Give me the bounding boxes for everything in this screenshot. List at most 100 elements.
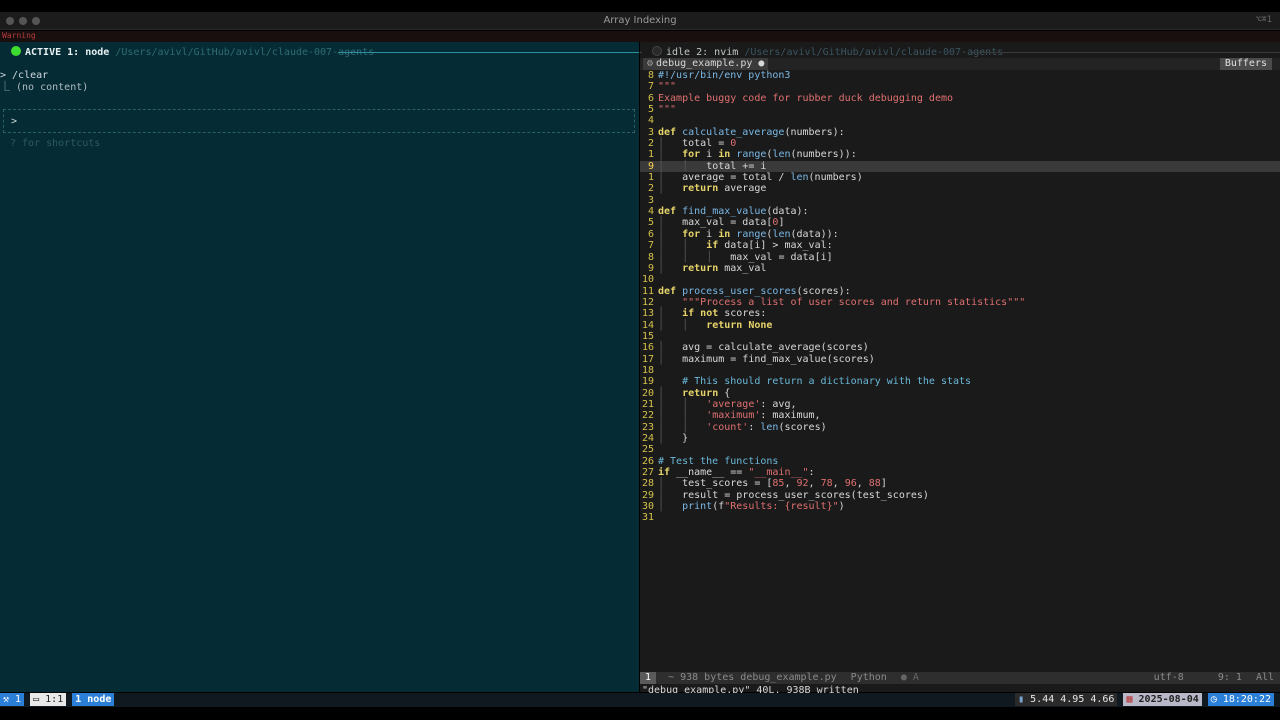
window-titlebar: Array Indexing ⌥⌘1 xyxy=(0,12,1280,30)
code-line[interactable]: 27 if __name__ == "__main__": xyxy=(640,467,1280,478)
code-line[interactable]: 3 def calculate_average(numbers): xyxy=(640,127,1280,138)
code-line[interactable]: 12 """Process a list of user scores and … xyxy=(640,297,1280,308)
code-line[interactable]: 5 │ max_val = data[0] xyxy=(640,217,1280,228)
line-number: 4 xyxy=(647,115,654,127)
line-number: 20 xyxy=(641,387,654,399)
code-text: │ │ total += i xyxy=(658,160,767,172)
line-number: 2 xyxy=(647,183,654,195)
cpu-icon: ▮ xyxy=(1018,694,1031,705)
code-line[interactable]: 4 xyxy=(640,115,1280,126)
tmux-session[interactable]: ⚒ 1 xyxy=(0,693,25,706)
code-line[interactable]: 7 │ │ if data[i] > max_val: xyxy=(640,240,1280,251)
code-line[interactable]: 9 │ return max_val xyxy=(640,263,1280,274)
active-status-dot-icon xyxy=(11,46,21,56)
terminal-output: > /clear ⎿ (no content) xyxy=(0,70,88,94)
code-text: │ for i in range(len(data)): xyxy=(658,228,839,240)
line-number: 26 xyxy=(641,455,654,467)
code-line[interactable]: 3 xyxy=(640,195,1280,206)
tmux-time: ◷ 18:20:22 xyxy=(1207,693,1274,706)
left-pane[interactable]: ACTIVE 1: node /Users/avivl/GitHub/avivl… xyxy=(0,42,639,692)
code-text: │ │ 'average': avg, xyxy=(658,398,797,410)
code-line[interactable]: 14 │ │ return None xyxy=(640,320,1280,331)
line-number: 25 xyxy=(641,444,654,456)
code-line[interactable]: 13 │ if not scores: xyxy=(640,308,1280,319)
code-line[interactable]: 24 │ } xyxy=(640,433,1280,444)
line-number: 9 xyxy=(647,262,654,274)
tmux-date: ▦ 2025-08-04 xyxy=(1123,693,1202,706)
output-line-clear: > /clear xyxy=(0,70,49,81)
code-line[interactable]: 25 xyxy=(640,444,1280,455)
tmux-active-window[interactable]: 1 node xyxy=(72,693,115,706)
tmux-session-label: 1 xyxy=(15,694,22,705)
right-pane[interactable]: idle 2: nvim /Users/avivl/GitHub/avivl/c… xyxy=(640,42,1280,696)
code-text: Example buggy code for rubber duck debug… xyxy=(658,92,954,104)
code-line[interactable]: 19 # This should return a dictionary wit… xyxy=(640,376,1280,387)
code-line[interactable]: 4 def find_max_value(data): xyxy=(640,206,1280,217)
mode-indicator: 1 xyxy=(640,672,657,684)
code-text: │ return max_val xyxy=(658,262,767,274)
code-line[interactable]: 2 │ total = 0 xyxy=(640,138,1280,149)
code-line[interactable]: 5 """ xyxy=(640,104,1280,115)
code-line[interactable]: 29 │ result = process_user_scores(test_sc… xyxy=(640,490,1280,501)
code-line[interactable]: 7 """ xyxy=(640,81,1280,92)
code-line[interactable]: 28 │ test_scores = [85, 92, 78, 96, 88] xyxy=(640,478,1280,489)
code-line[interactable]: 8 #!/usr/bin/env python3 xyxy=(640,70,1280,81)
line-number: 31 xyxy=(641,512,654,524)
tmux-window-pos-label: 1:1 xyxy=(45,694,64,705)
buffer-tab-debug-example[interactable]: ⚙ debug_example.py ● xyxy=(643,58,769,70)
code-text: """ xyxy=(658,104,677,116)
nvim-statusline: 1 ~ 938 bytes debug_example.py Python ● … xyxy=(640,672,1280,684)
code-text: │ return average xyxy=(658,183,767,195)
line-number: 27 xyxy=(641,467,654,479)
line-number: 7 xyxy=(647,81,654,93)
code-text: def calculate_average(numbers): xyxy=(658,126,845,138)
code-line[interactable]: 10 xyxy=(640,274,1280,285)
tmux-load: ▮ 5.44 4.95 4.66 xyxy=(1015,693,1118,706)
load-average: 5.44 4.95 4.66 xyxy=(1030,694,1115,705)
code-line[interactable]: 6 │ for i in range(len(data)): xyxy=(640,229,1280,240)
code-text: # Test the functions xyxy=(658,455,779,467)
code-text: #!/usr/bin/env python3 xyxy=(658,70,791,81)
code-text: │ average = total / len(numbers) xyxy=(658,172,863,184)
encoding: utf-8 xyxy=(1153,672,1184,683)
code-line[interactable]: 1 │ average = total / len(numbers) xyxy=(640,172,1280,183)
code-line[interactable]: 22 │ │ 'maximum': maximum, xyxy=(640,410,1280,421)
code-text: │ return { xyxy=(658,387,731,399)
code-text: │ │ │ max_val = data[i] xyxy=(658,251,833,263)
right-pane-border xyxy=(970,52,1280,53)
code-line[interactable]: 21 │ │ 'average': avg, xyxy=(640,399,1280,410)
code-line[interactable]: 31 xyxy=(640,512,1280,523)
code-editor[interactable]: 8 #!/usr/bin/env python3 7 """ 6 Example bugg… xyxy=(640,70,1280,524)
cursor-position: 9: 1 xyxy=(1217,672,1242,683)
right-pane-index: 2: nvim xyxy=(696,47,739,58)
code-text: │ │ 'count': len(scores) xyxy=(658,421,827,433)
code-line[interactable]: 26 # Test the functions xyxy=(640,456,1280,467)
code-line-current[interactable]: 9 │ │ total += i xyxy=(640,160,1280,173)
line-number: 6 xyxy=(647,228,654,240)
code-line[interactable]: 2 │ return average xyxy=(640,183,1280,194)
code-text: │ maximum = find_max_value(scores) xyxy=(658,353,875,365)
code-line[interactable]: 20 │ return { xyxy=(640,388,1280,399)
line-number: 15 xyxy=(641,330,654,342)
code-line[interactable]: 17 │ maximum = find_max_value(scores) xyxy=(640,354,1280,365)
code-line[interactable]: 8 │ │ │ max_val = data[i] xyxy=(640,252,1280,263)
code-line[interactable]: 18 xyxy=(640,365,1280,376)
code-line[interactable]: 23 │ │ 'count': len(scores) xyxy=(640,422,1280,433)
buffers-button[interactable]: Buffers xyxy=(1219,58,1272,70)
code-line[interactable]: 15 xyxy=(640,331,1280,342)
left-pane-path: /Users/avivl/GitHub/avivl/claude-007-age… xyxy=(115,47,375,58)
code-line[interactable]: 16 │ avg = calculate_average(scores) xyxy=(640,342,1280,353)
code-text: │ │ 'maximum': maximum, xyxy=(658,410,821,422)
monitor-icon: ▭ xyxy=(33,694,46,705)
line-number: 28 xyxy=(641,478,654,490)
terminal-icon: ⚒ xyxy=(3,694,16,705)
code-line[interactable]: 30 │ print(f"Results: {result}") xyxy=(640,501,1280,512)
code-line[interactable]: 1 │ for i in range(len(numbers)): xyxy=(640,149,1280,160)
left-pane-header: ACTIVE 1: node /Users/avivl/GitHub/avivl… xyxy=(0,46,639,60)
code-line[interactable]: 6 Example buggy code for rubber duck debu… xyxy=(640,93,1280,104)
prompt-input[interactable]: > xyxy=(3,109,635,133)
code-line[interactable]: 11 def process_user_scores(scores): xyxy=(640,286,1280,297)
line-number: 1 xyxy=(647,149,654,161)
line-number: 24 xyxy=(641,433,654,444)
pane-divider xyxy=(640,52,642,53)
